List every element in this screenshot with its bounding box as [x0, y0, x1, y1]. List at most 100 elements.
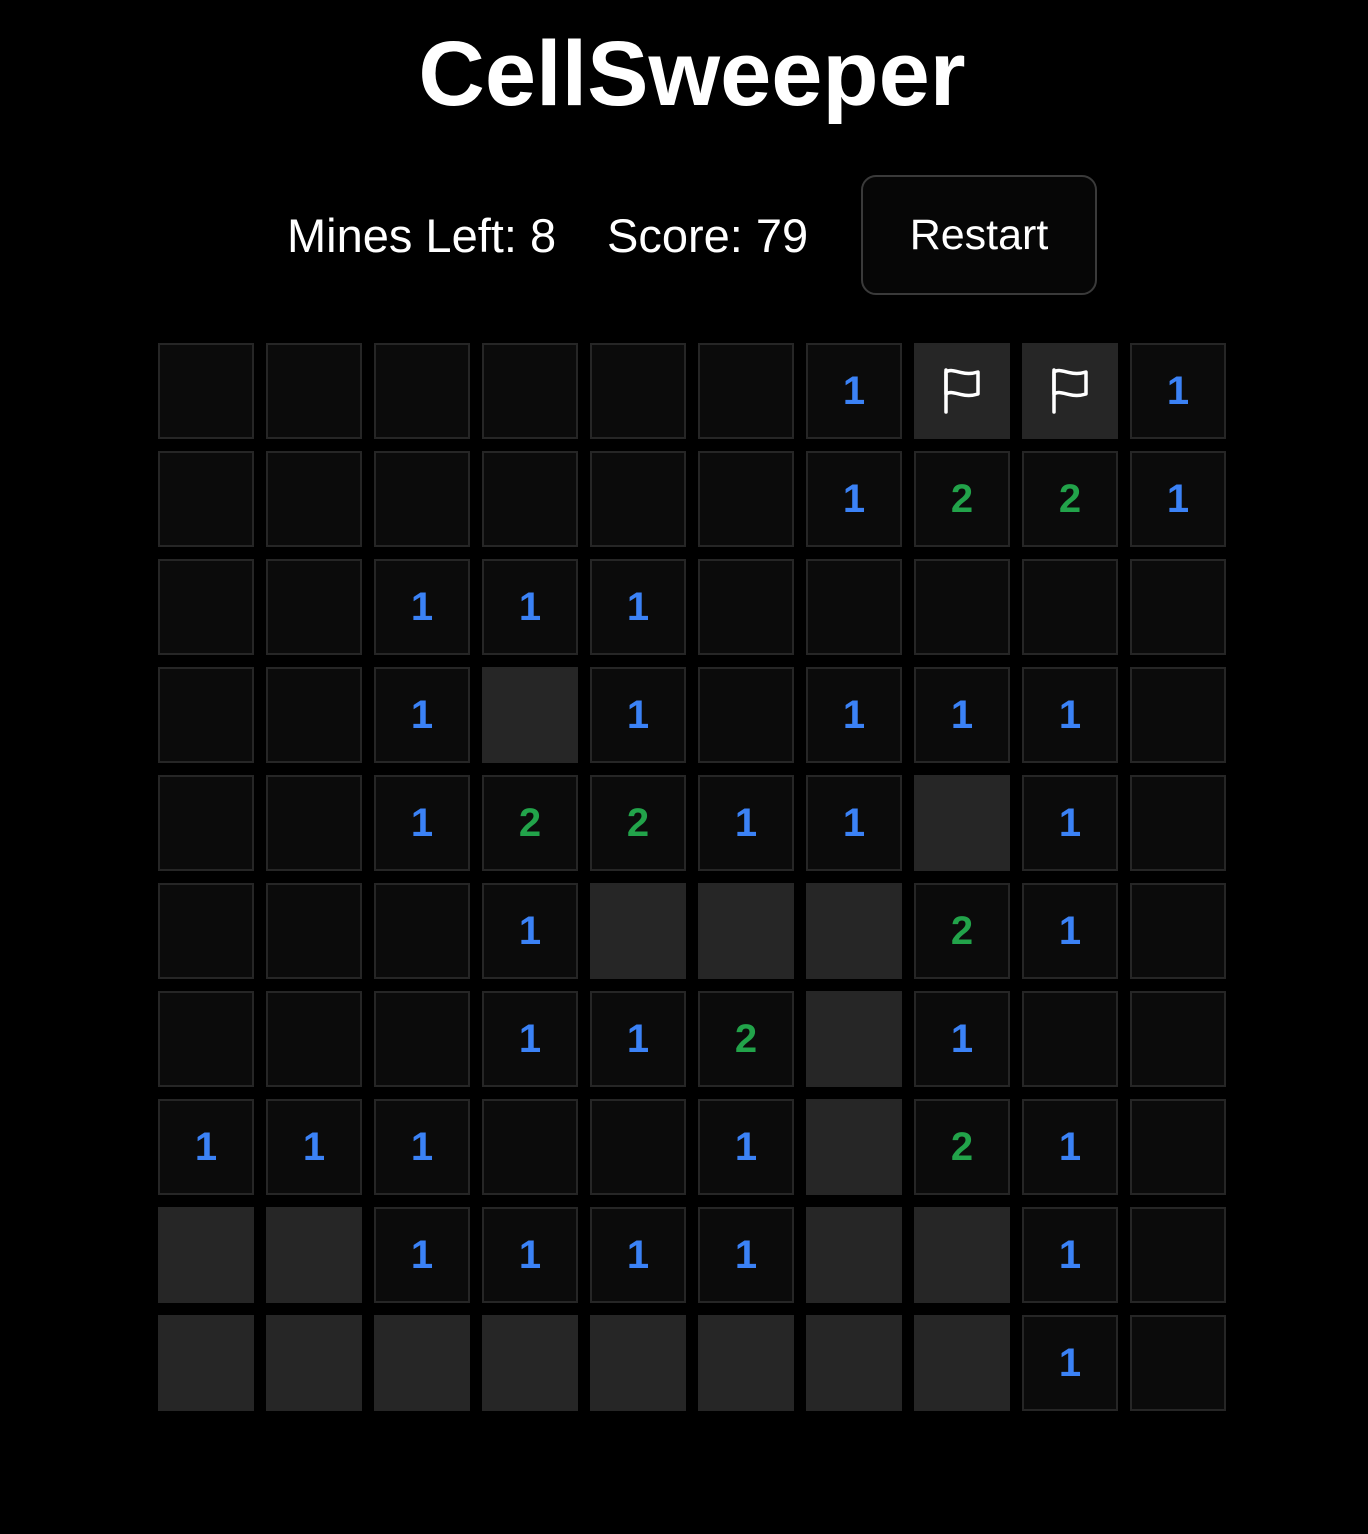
- revealed-empty-cell[interactable]: [1130, 775, 1226, 871]
- hidden-cell[interactable]: [698, 1315, 794, 1411]
- revealed-number-cell[interactable]: 1: [482, 1207, 578, 1303]
- revealed-number-cell[interactable]: 1: [374, 1099, 470, 1195]
- hidden-cell[interactable]: [374, 1315, 470, 1411]
- revealed-number-cell[interactable]: 1: [806, 667, 902, 763]
- revealed-number-cell[interactable]: 1: [1022, 775, 1118, 871]
- revealed-empty-cell[interactable]: [158, 667, 254, 763]
- revealed-empty-cell[interactable]: [158, 559, 254, 655]
- hidden-cell[interactable]: [482, 1315, 578, 1411]
- revealed-number-cell[interactable]: 1: [482, 991, 578, 1087]
- revealed-empty-cell[interactable]: [590, 1099, 686, 1195]
- revealed-number-cell[interactable]: 2: [698, 991, 794, 1087]
- revealed-number-cell[interactable]: 1: [806, 343, 902, 439]
- revealed-number-cell[interactable]: 1: [482, 883, 578, 979]
- revealed-number-cell[interactable]: 1: [914, 991, 1010, 1087]
- revealed-number-cell[interactable]: 1: [590, 559, 686, 655]
- revealed-number-cell[interactable]: 2: [914, 883, 1010, 979]
- revealed-empty-cell[interactable]: [1130, 991, 1226, 1087]
- revealed-number-cell[interactable]: 2: [1022, 451, 1118, 547]
- revealed-empty-cell[interactable]: [1130, 1207, 1226, 1303]
- revealed-number-cell[interactable]: 1: [1022, 1207, 1118, 1303]
- revealed-number-cell[interactable]: 2: [590, 775, 686, 871]
- hidden-cell[interactable]: [266, 1207, 362, 1303]
- hidden-cell[interactable]: [590, 883, 686, 979]
- revealed-number-cell[interactable]: 1: [374, 667, 470, 763]
- revealed-empty-cell[interactable]: [1130, 667, 1226, 763]
- revealed-empty-cell[interactable]: [806, 559, 902, 655]
- hidden-cell[interactable]: [914, 1207, 1010, 1303]
- flagged-cell[interactable]: [1022, 343, 1118, 439]
- revealed-empty-cell[interactable]: [266, 883, 362, 979]
- revealed-empty-cell[interactable]: [1130, 1315, 1226, 1411]
- revealed-empty-cell[interactable]: [374, 343, 470, 439]
- revealed-number-cell[interactable]: 1: [266, 1099, 362, 1195]
- hidden-cell[interactable]: [914, 775, 1010, 871]
- revealed-empty-cell[interactable]: [698, 559, 794, 655]
- revealed-empty-cell[interactable]: [1130, 559, 1226, 655]
- revealed-number-cell[interactable]: 1: [1022, 883, 1118, 979]
- revealed-empty-cell[interactable]: [914, 559, 1010, 655]
- hidden-cell[interactable]: [698, 883, 794, 979]
- revealed-empty-cell[interactable]: [482, 451, 578, 547]
- revealed-number-cell[interactable]: 1: [1130, 451, 1226, 547]
- revealed-empty-cell[interactable]: [374, 991, 470, 1087]
- revealed-empty-cell[interactable]: [158, 775, 254, 871]
- revealed-empty-cell[interactable]: [374, 451, 470, 547]
- revealed-number-cell[interactable]: 1: [698, 775, 794, 871]
- revealed-number-cell[interactable]: 2: [914, 451, 1010, 547]
- revealed-number-cell[interactable]: 1: [158, 1099, 254, 1195]
- revealed-number-cell[interactable]: 1: [698, 1099, 794, 1195]
- revealed-number-cell[interactable]: 1: [914, 667, 1010, 763]
- revealed-number-cell[interactable]: 1: [374, 775, 470, 871]
- restart-button[interactable]: Restart: [861, 175, 1097, 295]
- hidden-cell[interactable]: [914, 1315, 1010, 1411]
- revealed-empty-cell[interactable]: [158, 991, 254, 1087]
- revealed-empty-cell[interactable]: [1022, 991, 1118, 1087]
- revealed-empty-cell[interactable]: [698, 451, 794, 547]
- revealed-number-cell[interactable]: 1: [1022, 667, 1118, 763]
- revealed-empty-cell[interactable]: [266, 991, 362, 1087]
- revealed-number-cell[interactable]: 2: [914, 1099, 1010, 1195]
- hidden-cell[interactable]: [482, 667, 578, 763]
- revealed-empty-cell[interactable]: [1022, 559, 1118, 655]
- hidden-cell[interactable]: [590, 1315, 686, 1411]
- revealed-number-cell[interactable]: 1: [806, 451, 902, 547]
- hidden-cell[interactable]: [806, 991, 902, 1087]
- revealed-number-cell[interactable]: 1: [698, 1207, 794, 1303]
- revealed-empty-cell[interactable]: [482, 1099, 578, 1195]
- revealed-number-cell[interactable]: 1: [374, 1207, 470, 1303]
- revealed-number-cell[interactable]: 1: [590, 991, 686, 1087]
- revealed-number-cell[interactable]: 2: [482, 775, 578, 871]
- revealed-number-cell[interactable]: 1: [1130, 343, 1226, 439]
- revealed-empty-cell[interactable]: [698, 343, 794, 439]
- revealed-empty-cell[interactable]: [1130, 1099, 1226, 1195]
- revealed-number-cell[interactable]: 1: [806, 775, 902, 871]
- hidden-cell[interactable]: [806, 1207, 902, 1303]
- revealed-empty-cell[interactable]: [266, 667, 362, 763]
- hidden-cell[interactable]: [806, 1315, 902, 1411]
- revealed-number-cell[interactable]: 1: [482, 559, 578, 655]
- revealed-empty-cell[interactable]: [158, 451, 254, 547]
- hidden-cell[interactable]: [158, 1207, 254, 1303]
- revealed-empty-cell[interactable]: [698, 667, 794, 763]
- hidden-cell[interactable]: [806, 883, 902, 979]
- revealed-empty-cell[interactable]: [482, 343, 578, 439]
- revealed-number-cell[interactable]: 1: [1022, 1315, 1118, 1411]
- revealed-empty-cell[interactable]: [266, 559, 362, 655]
- revealed-empty-cell[interactable]: [266, 451, 362, 547]
- revealed-empty-cell[interactable]: [1130, 883, 1226, 979]
- revealed-number-cell[interactable]: 1: [590, 667, 686, 763]
- revealed-number-cell[interactable]: 1: [374, 559, 470, 655]
- revealed-empty-cell[interactable]: [266, 775, 362, 871]
- hidden-cell[interactable]: [158, 1315, 254, 1411]
- revealed-number-cell[interactable]: 1: [590, 1207, 686, 1303]
- revealed-empty-cell[interactable]: [158, 343, 254, 439]
- revealed-empty-cell[interactable]: [590, 451, 686, 547]
- revealed-empty-cell[interactable]: [266, 343, 362, 439]
- revealed-number-cell[interactable]: 1: [1022, 1099, 1118, 1195]
- revealed-empty-cell[interactable]: [158, 883, 254, 979]
- revealed-empty-cell[interactable]: [590, 343, 686, 439]
- revealed-empty-cell[interactable]: [374, 883, 470, 979]
- flagged-cell[interactable]: [914, 343, 1010, 439]
- hidden-cell[interactable]: [266, 1315, 362, 1411]
